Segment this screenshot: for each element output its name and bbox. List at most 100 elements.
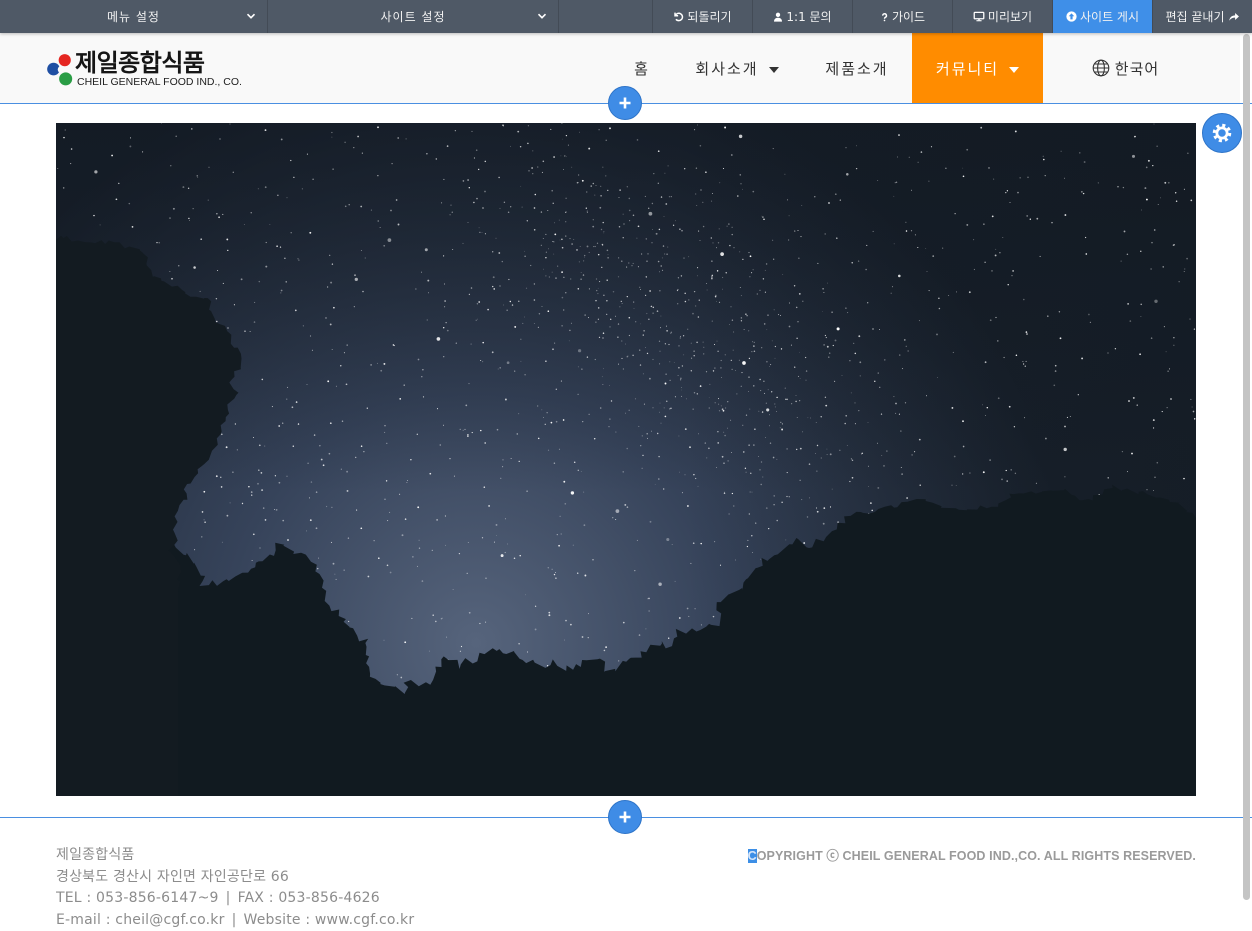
star: [984, 361, 987, 364]
star: [730, 306, 732, 308]
star: [606, 249, 609, 252]
language-selector[interactable]: 한국어: [1068, 33, 1183, 103]
star: [681, 230, 683, 232]
star: [301, 188, 303, 190]
star: [599, 407, 602, 409]
star: [502, 459, 504, 461]
star: [588, 251, 590, 253]
star: [728, 513, 730, 515]
star: [596, 289, 598, 292]
undo-button[interactable]: 되돌리기: [653, 0, 753, 33]
star: [763, 380, 765, 382]
star: [646, 352, 649, 355]
star: [962, 473, 964, 475]
star: [867, 422, 869, 423]
star: [1152, 419, 1155, 422]
star: [467, 542, 469, 544]
star: [373, 540, 375, 542]
star: [1175, 200, 1178, 203]
inquiry-button[interactable]: 1:1 문의: [753, 0, 853, 33]
star: [510, 457, 512, 459]
star: [1167, 370, 1169, 372]
star: [554, 342, 556, 344]
star: [710, 237, 712, 239]
star: [390, 209, 392, 212]
section-settings-button[interactable]: [1202, 113, 1242, 153]
publish-site-button[interactable]: 사이트 게시: [1053, 0, 1153, 33]
star: [62, 187, 65, 189]
star: [718, 301, 721, 304]
star: [726, 225, 728, 227]
star: [1184, 268, 1186, 270]
star: [994, 254, 997, 257]
finish-editing-button[interactable]: 편집 끝내기: [1153, 0, 1252, 33]
nav-item-products[interactable]: 제품소개: [802, 33, 912, 103]
add-section-button-top[interactable]: [608, 86, 642, 120]
star: [424, 248, 428, 252]
star: [858, 409, 860, 412]
star: [867, 465, 869, 467]
star: [733, 331, 735, 333]
star: [499, 285, 501, 287]
star: [565, 134, 568, 137]
star: [799, 479, 801, 481]
star: [597, 307, 600, 309]
star: [688, 299, 690, 301]
star: [581, 636, 584, 638]
site-settings-dropdown[interactable]: 사이트 설정: [268, 0, 559, 33]
star: [736, 393, 738, 395]
star: [667, 246, 669, 248]
nav-item-community[interactable]: 커뮤니티: [912, 33, 1043, 103]
star: [520, 338, 522, 340]
star: [823, 291, 825, 294]
star: [331, 506, 333, 509]
star: [524, 374, 526, 376]
star: [638, 425, 640, 427]
star: [666, 537, 670, 542]
star: [1186, 257, 1188, 260]
add-section-button-bottom[interactable]: [608, 800, 642, 834]
star: [703, 353, 705, 355]
footer-separator: |: [231, 911, 237, 928]
nav-item-company[interactable]: 회사소개: [672, 33, 802, 103]
star: [547, 310, 550, 312]
star: [668, 637, 670, 639]
star: [222, 213, 224, 215]
star: [795, 395, 797, 396]
menu-settings-dropdown[interactable]: 메뉴 설정: [0, 0, 268, 33]
site-logo[interactable]: 제일종합식품 CHEIL GENERAL FOOD IND., CO.: [47, 51, 243, 88]
star: [353, 147, 355, 149]
star: [886, 450, 888, 452]
star: [962, 175, 965, 178]
star: [594, 358, 596, 361]
star: [450, 204, 452, 206]
star: [63, 136, 65, 139]
star: [204, 521, 206, 523]
star: [454, 130, 456, 132]
star: [766, 360, 768, 363]
star: [794, 366, 796, 368]
star: [751, 491, 753, 493]
star: [844, 422, 846, 425]
star: [773, 495, 775, 497]
guide-button[interactable]: 가이드: [853, 0, 953, 33]
scrollbar-thumb[interactable]: [1243, 34, 1250, 900]
star: [392, 344, 395, 346]
star: [1097, 182, 1099, 184]
star: [759, 289, 761, 291]
star: [522, 322, 524, 324]
star: [606, 279, 608, 281]
star: [780, 348, 783, 350]
preview-button[interactable]: 미리보기: [953, 0, 1053, 33]
star: [831, 488, 833, 490]
star: [1134, 136, 1136, 138]
star: [545, 360, 547, 362]
star: [623, 223, 625, 225]
star: [565, 235, 567, 237]
star: [511, 304, 514, 306]
star: [688, 256, 690, 258]
star: [871, 509, 873, 512]
star: [906, 497, 908, 499]
star: [657, 182, 659, 184]
star: [1153, 229, 1156, 231]
